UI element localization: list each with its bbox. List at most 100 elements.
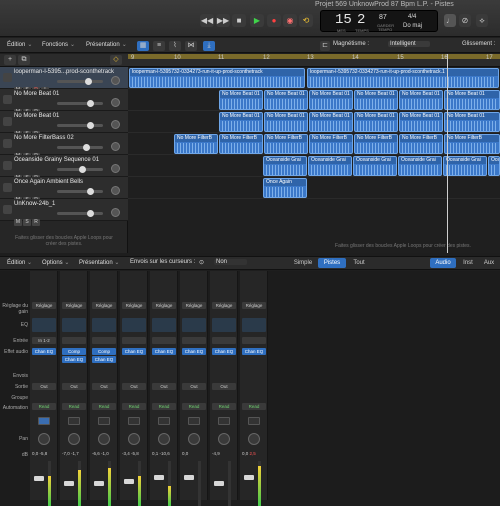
- audio-region[interactable]: Oceanside Grai: [263, 156, 307, 176]
- automation-icon[interactable]: ⌇: [169, 41, 181, 51]
- gain-button[interactable]: Réglage: [92, 302, 116, 309]
- input-slot[interactable]: [92, 337, 116, 344]
- track-header[interactable]: UnKnow-24b_1 MSR: [0, 199, 128, 226]
- gain-button[interactable]: Réglage: [32, 302, 56, 309]
- output-slot[interactable]: Out: [62, 383, 86, 390]
- audio-region[interactable]: No More FilterB: [444, 134, 500, 154]
- metronome-button[interactable]: ♩: [444, 14, 456, 27]
- mixer-presentation-menu[interactable]: Présentation ⌄: [79, 259, 119, 266]
- pan-knob[interactable]: [188, 433, 200, 445]
- eq-thumbnail[interactable]: [212, 318, 236, 332]
- fx-slot[interactable]: Comp: [62, 348, 86, 355]
- audio-region[interactable]: Once Again: [263, 178, 307, 198]
- audio-region[interactable]: Oceanside Grai: [353, 156, 397, 176]
- audio-region[interactable]: No More Beat 01: [264, 112, 308, 132]
- track-header[interactable]: No More Beat 01 MSR: [0, 89, 128, 116]
- global-tracks-icon[interactable]: ◇: [110, 55, 122, 65]
- audio-region[interactable]: looperman-l-5395732-0334273-run-it-up-pr…: [307, 68, 499, 88]
- edition-menu[interactable]: Édition ⌄: [7, 41, 32, 48]
- pan-knob[interactable]: [38, 433, 50, 445]
- audio-region[interactable]: No More FilterB: [219, 134, 263, 154]
- eq-thumbnail[interactable]: [32, 318, 56, 332]
- cycle-button[interactable]: ⟲: [299, 14, 313, 27]
- input-slot[interactable]: [152, 337, 176, 344]
- output-slot[interactable]: Out: [182, 383, 206, 390]
- volume-fader[interactable]: [64, 481, 74, 486]
- fx-slot[interactable]: Chan EQ: [212, 348, 236, 355]
- automation-slot[interactable]: Read: [242, 403, 266, 410]
- add-track-icon[interactable]: +: [4, 55, 16, 65]
- flex-icon[interactable]: ⋈: [185, 41, 197, 51]
- pan-knob[interactable]: [218, 433, 230, 445]
- volume-fader[interactable]: [94, 481, 104, 486]
- audio-region[interactable]: No More Beat 01: [309, 90, 353, 110]
- automation-slot[interactable]: Read: [92, 403, 116, 410]
- tuner-button[interactable]: ⊘: [459, 14, 471, 27]
- fx-slot[interactable]: Chan EQ: [92, 356, 116, 363]
- audio-region[interactable]: looperman-l-5395732-0334273-run-it-up-pr…: [129, 68, 305, 88]
- output-slot[interactable]: Out: [122, 383, 146, 390]
- audio-region[interactable]: No More Beat 01: [354, 90, 398, 110]
- audio-region[interactable]: No More Beat 01: [444, 90, 500, 110]
- track-volume-slider[interactable]: [57, 78, 103, 85]
- gain-button[interactable]: Réglage: [62, 302, 86, 309]
- track-volume-slider[interactable]: [57, 100, 103, 107]
- volume-knob[interactable]: [83, 144, 90, 151]
- track-pan-knob[interactable]: [111, 120, 120, 129]
- mixer-options-menu[interactable]: Options ⌄: [42, 259, 69, 266]
- pan-knob[interactable]: [98, 433, 110, 445]
- volume-knob[interactable]: [87, 210, 94, 217]
- track-volume-slider[interactable]: [57, 144, 103, 151]
- view-simple-button[interactable]: Simple: [290, 258, 316, 268]
- volume-knob[interactable]: [87, 100, 94, 107]
- catch-icon[interactable]: ⤓: [203, 41, 215, 51]
- audio-region[interactable]: No More Beat 01: [264, 90, 308, 110]
- volume-fader[interactable]: [124, 479, 134, 484]
- volume-fader[interactable]: [154, 475, 164, 480]
- pan-knob[interactable]: [248, 433, 260, 445]
- audio-region[interactable]: Oceanside Grai: [488, 156, 500, 176]
- track-header[interactable]: No More FilterBass 02 MSR: [0, 133, 128, 160]
- audio-region[interactable]: No More Beat 01: [399, 112, 443, 132]
- audio-region[interactable]: No More Beat 01: [444, 112, 500, 132]
- volume-knob[interactable]: [87, 188, 94, 195]
- gain-button[interactable]: Réglage: [122, 302, 146, 309]
- audio-region[interactable]: No More FilterB: [309, 134, 353, 154]
- grid-view-icon[interactable]: ▦: [137, 41, 149, 51]
- fx-slot[interactable]: Chan EQ: [32, 348, 56, 355]
- input-slot[interactable]: [212, 337, 236, 344]
- output-slot[interactable]: Out: [92, 383, 116, 390]
- audio-region[interactable]: No More Beat 01: [219, 90, 263, 110]
- fx-slot[interactable]: Comp: [92, 348, 116, 355]
- automation-slot[interactable]: Read: [62, 403, 86, 410]
- output-slot[interactable]: Out: [212, 383, 236, 390]
- volume-knob[interactable]: [87, 122, 94, 129]
- eq-thumbnail[interactable]: [122, 318, 146, 332]
- presentation-menu[interactable]: Présentation ⌄: [86, 41, 127, 48]
- view-tout-button[interactable]: Tout: [348, 258, 370, 268]
- volume-fader[interactable]: [34, 476, 44, 481]
- pan-knob[interactable]: [128, 433, 140, 445]
- filter-audio-button[interactable]: Audio: [430, 258, 456, 268]
- volume-fader[interactable]: [214, 481, 224, 486]
- input-slot[interactable]: [122, 337, 146, 344]
- audio-region[interactable]: No More FilterB: [354, 134, 398, 154]
- track-volume-slider[interactable]: [57, 122, 103, 129]
- track-pan-knob[interactable]: [111, 208, 120, 217]
- track-volume-slider[interactable]: [57, 166, 103, 173]
- volume-knob[interactable]: [79, 166, 86, 173]
- track-header[interactable]: No More Beat 01 MSR: [0, 111, 128, 138]
- eq-thumbnail[interactable]: [62, 318, 86, 332]
- gain-button[interactable]: Réglage: [212, 302, 236, 309]
- forward-button[interactable]: ▶▶: [216, 14, 230, 27]
- volume-knob[interactable]: [85, 78, 92, 85]
- magnetisme-select[interactable]: Intelligent: [388, 41, 430, 47]
- gain-button[interactable]: Réglage: [242, 302, 266, 309]
- audio-region[interactable]: No More Beat 01: [309, 112, 353, 132]
- track-pan-knob[interactable]: [111, 98, 120, 107]
- input-slot[interactable]: In 1-2: [32, 337, 56, 344]
- track-pan-knob[interactable]: [111, 164, 120, 173]
- automation-slot[interactable]: Read: [32, 403, 56, 410]
- eq-thumbnail[interactable]: [92, 318, 116, 332]
- stop-button[interactable]: ■: [232, 14, 246, 27]
